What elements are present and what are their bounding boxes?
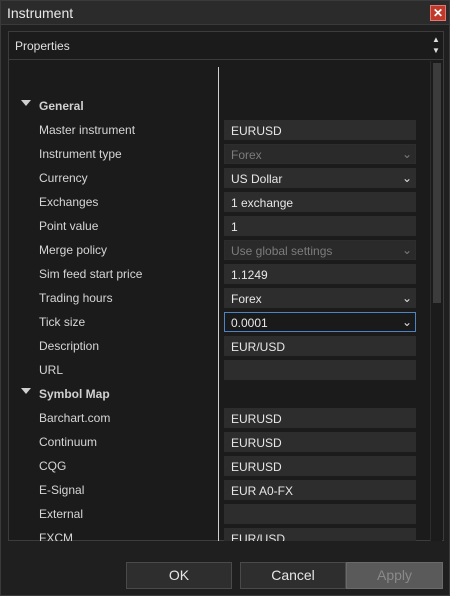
property-name: Currency [39,171,88,185]
property-input-continuum[interactable]: EURUSD [224,432,416,452]
property-value: EUR/USD [231,532,286,541]
property-input-e-signal[interactable]: EUR A0-FX [224,480,416,500]
category-general[interactable]: General [9,94,429,118]
properties-label: Properties [15,39,70,53]
property-row-exchanges: Exchanges 1 exchange [9,190,429,214]
title-bar[interactable]: Instrument ✕ [1,1,449,25]
property-value: EURUSD [231,124,282,138]
property-input-description[interactable]: EUR/USD [224,336,416,356]
property-value: EUR A0-FX [231,484,294,498]
property-name: URL [39,363,64,377]
property-name: Instrument type [39,147,122,161]
property-name: Sim feed start price [39,267,143,281]
property-row-point-value: Point value 1 [9,214,429,238]
property-name: Point value [39,219,99,233]
property-input-external[interactable] [224,504,416,524]
property-row-trading-hours: Trading hours Forex ⌄ [9,286,429,310]
property-value: 0.0001 [231,316,268,330]
instrument-window: Instrument ✕ Properties ▲ ▼ General Maste… [0,0,450,596]
property-input-point-value[interactable]: 1 [224,216,416,236]
property-grid: General Master instrument EURUSD Instrument… [9,61,429,541]
property-row-cqg: CQG EURUSD [9,454,429,478]
property-input-master-instrument[interactable]: EURUSD [224,120,416,140]
property-name: Master instrument [39,123,136,137]
property-value: EURUSD [231,460,282,474]
property-row-master-instrument: Master instrument EURUSD [9,118,429,142]
properties-header: Properties ▲ ▼ [9,32,443,60]
property-row-description: Description EUR/USD [9,334,429,358]
property-row-instrument-type: Instrument type Forex ⌄ [9,142,429,166]
property-value: 1.1249 [231,268,268,282]
chevron-down-icon: ⌄ [401,147,412,161]
property-select-instrument-type: Forex ⌄ [224,144,416,164]
chevron-down-icon[interactable]: ⌄ [402,315,412,329]
property-row-fxcm: FXCM EUR/USD [9,526,429,541]
property-select-trading-hours[interactable]: Forex ⌄ [224,288,416,308]
property-name: Exchanges [39,195,99,209]
category-label: Symbol Map [39,387,110,401]
property-name: Barchart.com [39,411,111,425]
scrollbar-thumb[interactable] [433,63,441,303]
properties-panel: Properties ▲ ▼ General Master instrument E… [8,31,444,541]
spin-down-icon[interactable]: ▼ [431,45,441,56]
property-name: Continuum [39,435,98,449]
chevron-down-icon[interactable]: ⌄ [402,171,412,185]
chevron-down-icon[interactable]: ⌄ [402,291,412,305]
property-value: Use global settings [231,244,333,258]
property-row-continuum: Continuum EURUSD [9,430,429,454]
close-icon[interactable]: ✕ [430,5,446,21]
property-input-cqg[interactable]: EURUSD [224,456,416,476]
property-name: Trading hours [39,291,113,305]
property-input-url[interactable] [224,360,416,380]
property-value: 1 [231,220,238,234]
vertical-scrollbar[interactable] [430,61,442,541]
category-symbol-map[interactable]: Symbol Map [9,382,429,406]
spin-up-icon[interactable]: ▲ [431,34,441,45]
window-title: Instrument [7,5,74,21]
ok-button[interactable]: OK [126,562,232,589]
expand-arrow-icon[interactable] [21,388,31,394]
cancel-button[interactable]: Cancel [240,562,346,589]
property-name: Tick size [39,315,86,329]
property-select-merge-policy: Use global settings ⌄ [224,240,416,260]
property-value: EUR/USD [231,340,286,354]
property-name: E-Signal [39,483,85,497]
property-input-sim-feed-start-price[interactable]: 1.1249 [224,264,416,284]
property-row-merge-policy: Merge policy Use global settings ⌄ [9,238,429,262]
property-select-tick-size[interactable]: 0.0001 ⌄ [224,312,416,332]
property-row-tick-size: Tick size 0.0001 ⌄ [9,310,429,334]
expand-arrow-icon[interactable] [21,100,31,106]
property-input-fxcm[interactable]: EUR/USD [224,528,416,541]
property-value: 1 exchange [231,196,294,210]
property-input-barchart-com[interactable]: EURUSD [224,408,416,428]
property-row-external: External [9,502,429,526]
apply-button[interactable]: Apply [346,562,443,589]
properties-spinner[interactable]: ▲ ▼ [431,34,441,56]
property-value: Forex [231,292,262,306]
property-row-currency: Currency US Dollar ⌄ [9,166,429,190]
property-name: FXCM [39,531,73,541]
property-row-url: URL [9,358,429,382]
property-value: Forex [231,148,262,162]
property-row-barchart-com: Barchart.com EURUSD [9,406,429,430]
property-row-e-signal: E-Signal EUR A0-FX [9,478,429,502]
property-name: External [39,507,84,521]
property-value: EURUSD [231,436,282,450]
property-name: Merge policy [39,243,108,257]
property-input-exchanges[interactable]: 1 exchange [224,192,416,212]
category-label: General [39,99,84,113]
property-value: US Dollar [231,172,283,186]
property-value: EURUSD [231,412,282,426]
property-row-sim-feed-start-price: Sim feed start price 1.1249 [9,262,429,286]
property-name: CQG [39,459,67,473]
property-name: Description [39,339,100,353]
chevron-down-icon: ⌄ [401,243,412,257]
property-select-currency[interactable]: US Dollar ⌄ [224,168,416,188]
